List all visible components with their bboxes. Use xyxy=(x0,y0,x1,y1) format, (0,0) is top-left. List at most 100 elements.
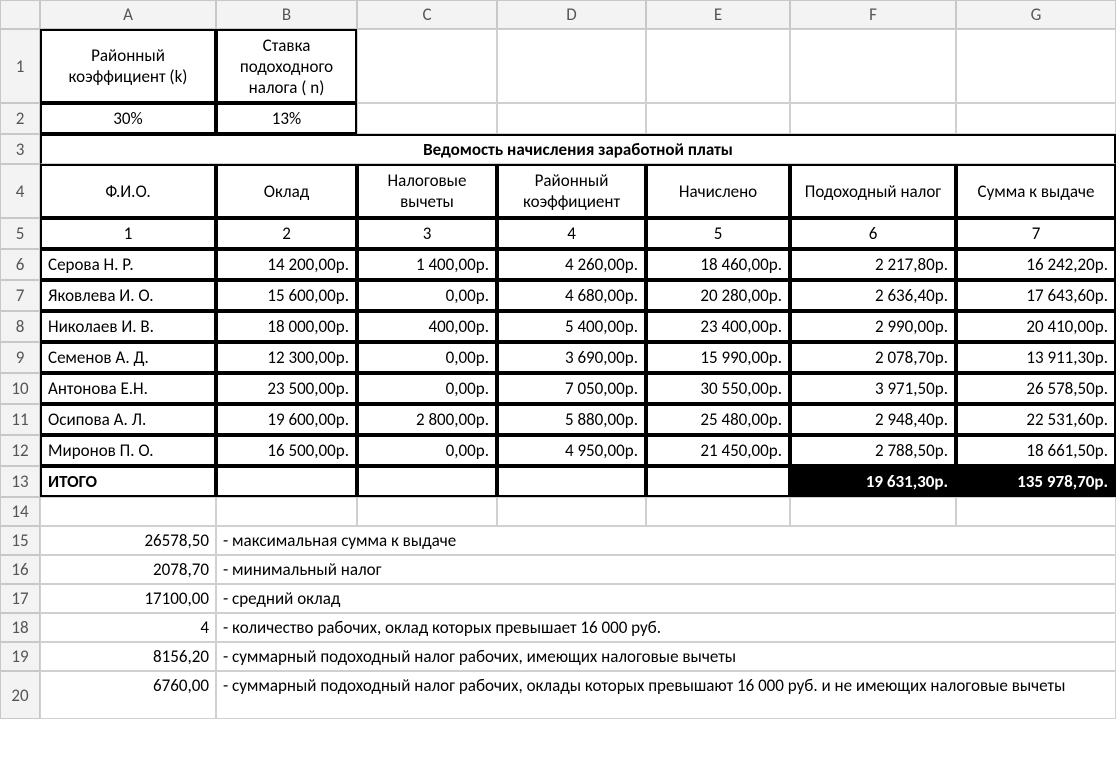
table-row[interactable]: 5 880,00р. xyxy=(497,404,646,435)
row-header-14[interactable]: 14 xyxy=(0,497,40,526)
col-header-B[interactable]: B xyxy=(216,0,357,29)
col-header-E[interactable]: E xyxy=(646,0,790,29)
spreadsheet-grid[interactable]: A B C D E F G 1 Районный коэффициент (k)… xyxy=(0,0,1117,719)
table-row[interactable]: 16 242,20р. xyxy=(956,249,1116,280)
col-header-A[interactable]: A xyxy=(40,0,216,29)
stat-value[interactable]: 4 xyxy=(40,613,216,642)
stat-value[interactable]: 8156,20 xyxy=(40,642,216,671)
th-sum[interactable]: Сумма к выдаче xyxy=(956,164,1116,218)
table-row[interactable]: 18 460,00р. xyxy=(646,249,790,280)
table-row[interactable]: Миронов П. О. xyxy=(40,435,216,466)
table-row[interactable]: 2 078,70р. xyxy=(790,342,956,373)
cell-F1[interactable] xyxy=(790,29,956,103)
row-header-11[interactable]: 11 xyxy=(0,404,40,435)
row-header-7[interactable]: 7 xyxy=(0,280,40,311)
cell-A14[interactable] xyxy=(40,497,216,526)
stat-text[interactable]: - количество рабочих, оклад которых прев… xyxy=(216,613,1116,642)
table-row[interactable]: 18 661,50р. xyxy=(956,435,1116,466)
cell-A2[interactable]: 30% xyxy=(40,103,216,134)
row-header-15[interactable]: 15 xyxy=(0,526,40,555)
table-row[interactable]: 15 990,00р. xyxy=(646,342,790,373)
table-row[interactable]: 2 217,80р. xyxy=(790,249,956,280)
table-row[interactable]: 1 400,00р. xyxy=(357,249,497,280)
table-row[interactable]: 0,00р. xyxy=(357,342,497,373)
table-row[interactable]: 14 200,00р. xyxy=(216,249,357,280)
colnum-5[interactable]: 5 xyxy=(646,218,790,249)
table-row[interactable]: 25 480,00р. xyxy=(646,404,790,435)
table-row[interactable]: 30 550,00р. xyxy=(646,373,790,404)
row-header-4[interactable]: 4 xyxy=(0,164,40,218)
row-header-12[interactable]: 12 xyxy=(0,435,40,466)
table-row[interactable]: Яковлева И. О. xyxy=(40,280,216,311)
table-row[interactable]: 18 000,00р. xyxy=(216,311,357,342)
table-row[interactable]: 19 600,00р. xyxy=(216,404,357,435)
table-row[interactable]: 23 400,00р. xyxy=(646,311,790,342)
table-row[interactable]: 12 300,00р. xyxy=(216,342,357,373)
table-row[interactable]: 2 800,00р. xyxy=(357,404,497,435)
stat-value[interactable]: 17100,00 xyxy=(40,584,216,613)
cell-G1[interactable] xyxy=(956,29,1116,103)
cell-B14[interactable] xyxy=(216,497,357,526)
row-header-1[interactable]: 1 xyxy=(0,29,40,103)
row-header-16[interactable]: 16 xyxy=(0,555,40,584)
stat-value[interactable]: 2078,70 xyxy=(40,555,216,584)
table-row[interactable]: 16 500,00р. xyxy=(216,435,357,466)
table-row[interactable]: 0,00р. xyxy=(357,373,497,404)
table-row[interactable]: Антонова Е.Н. xyxy=(40,373,216,404)
table-row[interactable]: 13 911,30р. xyxy=(956,342,1116,373)
cell-D14[interactable] xyxy=(497,497,646,526)
table-row[interactable]: 22 531,60р. xyxy=(956,404,1116,435)
cell-E1[interactable] xyxy=(646,29,790,103)
cell-G14[interactable] xyxy=(956,497,1116,526)
colnum-2[interactable]: 2 xyxy=(216,218,357,249)
table-row[interactable]: 2 948,40р. xyxy=(790,404,956,435)
table-row[interactable]: 23 500,00р. xyxy=(216,373,357,404)
cell-B13[interactable] xyxy=(216,466,357,497)
table-row[interactable]: 5 400,00р. xyxy=(497,311,646,342)
col-header-F[interactable]: F xyxy=(790,0,956,29)
table-row[interactable]: Семенов А. Д. xyxy=(40,342,216,373)
table-row[interactable]: 20 280,00р. xyxy=(646,280,790,311)
table-row[interactable]: 3 971,50р. xyxy=(790,373,956,404)
th-nv[interactable]: Налоговые вычеты xyxy=(357,164,497,218)
cell-B1[interactable]: Ставка подоходного налога ( n) xyxy=(216,29,357,103)
corner-cell[interactable] xyxy=(0,0,40,29)
col-header-D[interactable]: D xyxy=(497,0,646,29)
total-label[interactable]: ИТОГО xyxy=(40,466,216,497)
stat-value[interactable]: 6760,00 xyxy=(40,671,216,719)
cell-B2[interactable]: 13% xyxy=(216,103,357,134)
table-row[interactable]: 26 578,50р. xyxy=(956,373,1116,404)
stat-text[interactable]: - минимальный налог xyxy=(216,555,1116,584)
table-row[interactable]: 4 950,00р. xyxy=(497,435,646,466)
colnum-6[interactable]: 6 xyxy=(790,218,956,249)
row-header-13[interactable]: 13 xyxy=(0,466,40,497)
cell-C14[interactable] xyxy=(357,497,497,526)
table-row[interactable]: 2 990,00р. xyxy=(790,311,956,342)
cell-F2[interactable] xyxy=(790,103,956,134)
cell-C2[interactable] xyxy=(357,103,497,134)
th-rk[interactable]: Районный коэффициент xyxy=(497,164,646,218)
table-row[interactable]: Осипова А. Л. xyxy=(40,404,216,435)
table-row[interactable]: 3 690,00р. xyxy=(497,342,646,373)
colnum-3[interactable]: 3 xyxy=(357,218,497,249)
th-fio[interactable]: Ф.И.О. xyxy=(40,164,216,218)
cell-D1[interactable] xyxy=(497,29,646,103)
cell-E13[interactable] xyxy=(646,466,790,497)
col-header-C[interactable]: C xyxy=(357,0,497,29)
cell-F14[interactable] xyxy=(790,497,956,526)
stat-value[interactable]: 26578,50 xyxy=(40,526,216,555)
row-header-10[interactable]: 10 xyxy=(0,373,40,404)
table-row[interactable]: 400,00р. xyxy=(357,311,497,342)
total-tax[interactable]: 19 631,30р. xyxy=(790,466,956,497)
total-sum[interactable]: 135 978,70р. xyxy=(956,466,1116,497)
row-header-19[interactable]: 19 xyxy=(0,642,40,671)
table-row[interactable]: 0,00р. xyxy=(357,280,497,311)
table-row[interactable]: 7 050,00р. xyxy=(497,373,646,404)
stat-text[interactable]: - средний оклад xyxy=(216,584,1116,613)
row-header-2[interactable]: 2 xyxy=(0,103,40,134)
colnum-7[interactable]: 7 xyxy=(956,218,1116,249)
row-header-18[interactable]: 18 xyxy=(0,613,40,642)
th-pn[interactable]: Подоходный налог xyxy=(790,164,956,218)
cell-C13[interactable] xyxy=(357,466,497,497)
table-row[interactable]: 2 636,40р. xyxy=(790,280,956,311)
